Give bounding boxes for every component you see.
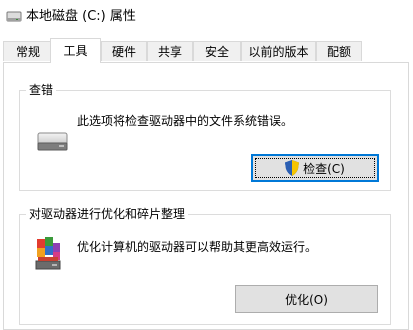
tab-strip: 常规 工具 硬件 共享 安全 以前的版本 配额 [0,38,413,63]
window-title: 本地磁盘 (C:) 属性 [26,9,136,24]
tools-panel: 查错 此选项将检查驱动器中的文件系统错误。 检查(C) 对驱动器进行优化和碎片整… [3,62,409,330]
tab-sharing[interactable]: 共享 [147,41,193,61]
title-bar: 本地磁盘 (C:) 属性 [0,0,413,34]
optimize-button[interactable]: 优化(O) [235,285,378,313]
hard-drive-icon [37,130,68,152]
tab-tools[interactable]: 工具 [50,38,101,63]
check-button[interactable]: 检查(C) [251,154,379,182]
tab-quota[interactable]: 配额 [316,41,362,61]
error-check-description: 此选项将检查驱动器中的文件系统错误。 [77,114,294,128]
defrag-icon [34,235,62,271]
tab-security[interactable]: 安全 [193,41,241,61]
optimize-title: 对驱动器进行优化和碎片整理 [26,206,189,222]
tab-hardware[interactable]: 硬件 [101,41,147,61]
optimize-description: 优化计算机的驱动器可以帮助其更高效运行。 [77,240,318,254]
uac-shield-icon [285,160,300,176]
tab-general[interactable]: 常规 [3,41,53,61]
optimize-button-label: 优化(O) [285,292,328,307]
error-check-group: 查错 此选项将检查驱动器中的文件系统错误。 检查(C) [19,82,391,191]
check-button-label: 检查(C) [303,161,345,176]
optimize-group: 对驱动器进行优化和碎片整理 优化计算机的驱动器可以帮助其更高效运行。 优化(O) [19,206,391,325]
drive-icon [6,10,22,23]
error-check-title: 查错 [26,82,57,98]
tab-previous-versions[interactable]: 以前的版本 [241,41,316,61]
